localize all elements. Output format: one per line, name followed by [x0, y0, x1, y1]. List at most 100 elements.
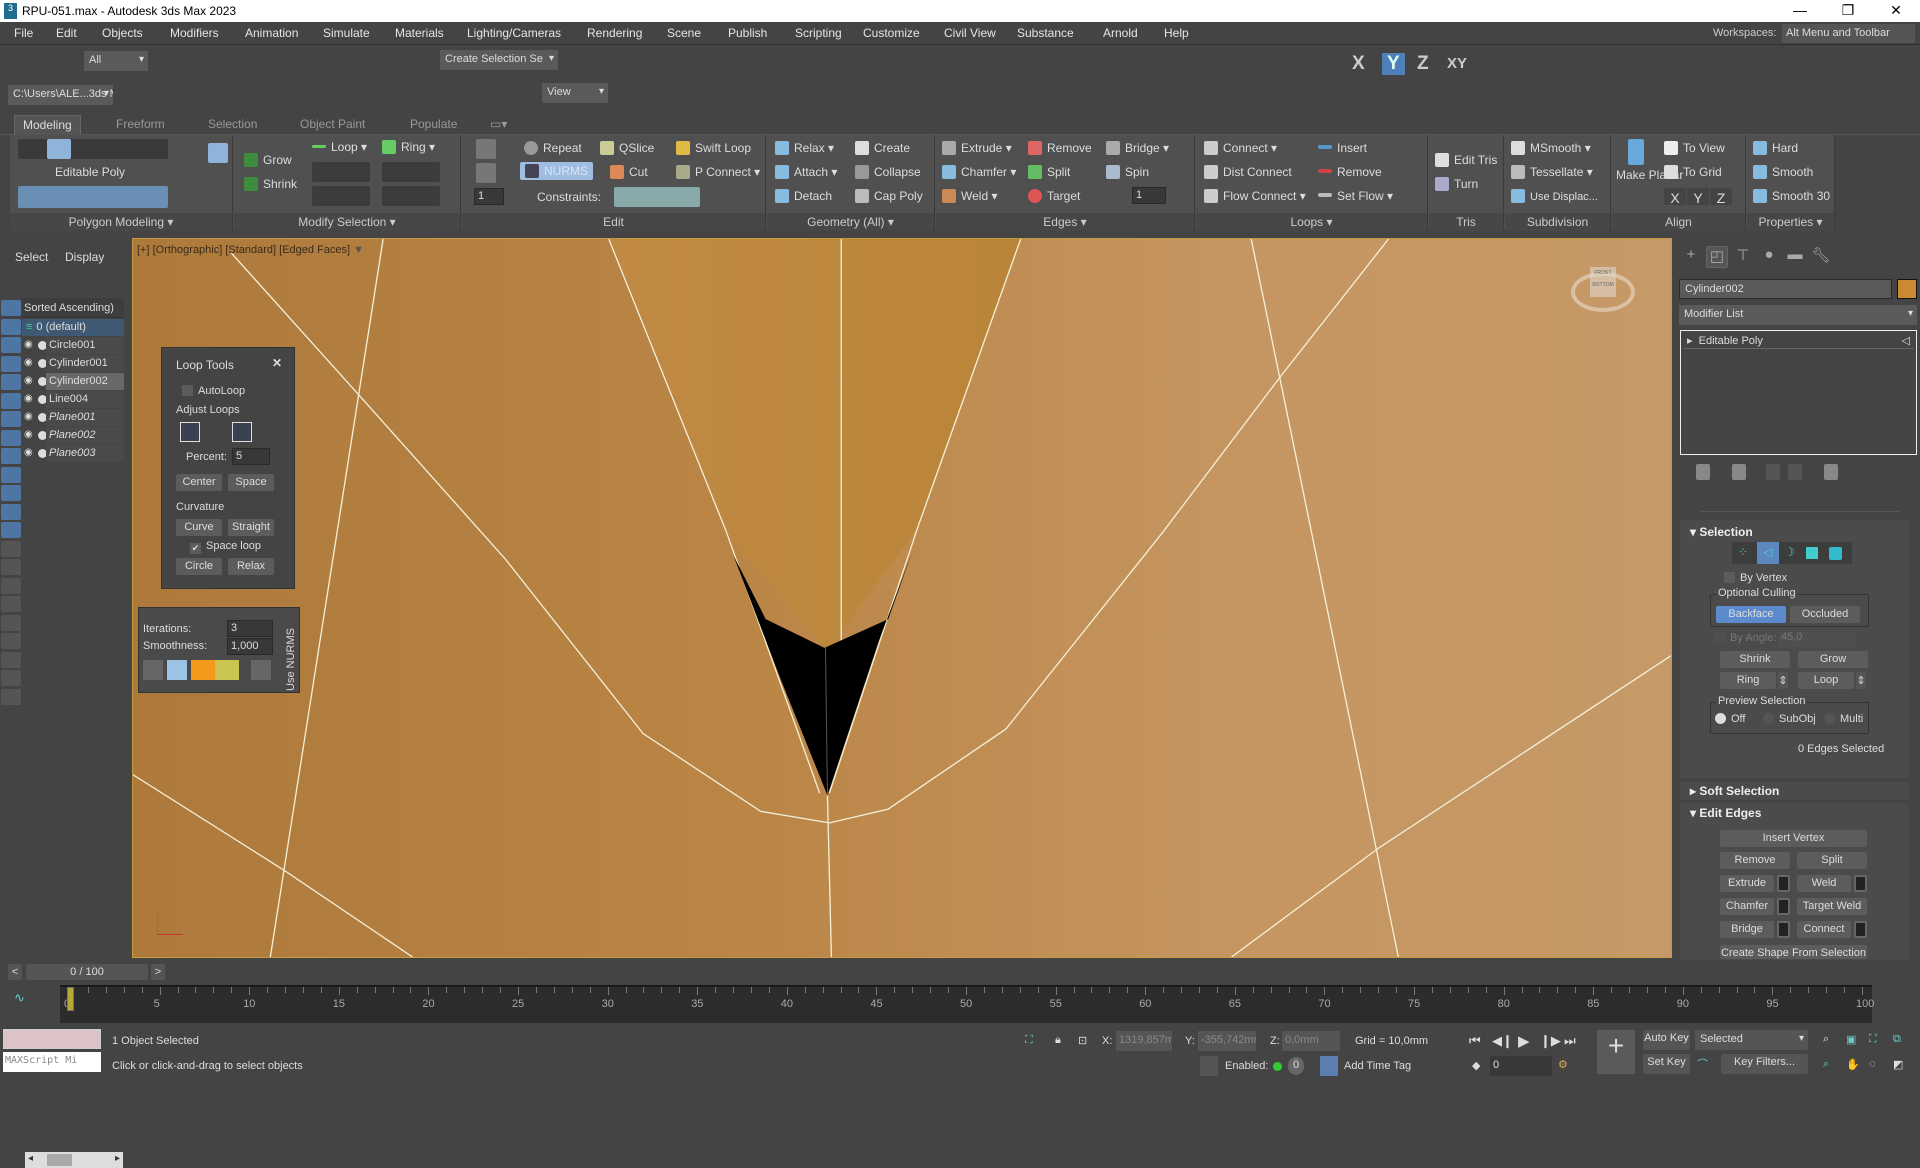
viewport-filter-icon[interactable]: ▼ [353, 244, 364, 256]
by-vertex-checkbox[interactable]: By Vertex [1724, 572, 1787, 584]
set-key-button[interactable]: Set Key [1643, 1054, 1690, 1074]
to-grid-button[interactable]: To Grid [1664, 165, 1722, 179]
attach-button[interactable]: Attach ▾ [775, 165, 837, 179]
explorer-filter-icon-8[interactable] [1, 448, 21, 464]
scene-object-row[interactable]: ◉ Plane002 [22, 427, 124, 445]
insert-loop-button[interactable]: Insert [1318, 141, 1367, 155]
spin-button[interactable]: Spin [1106, 165, 1149, 179]
orbit-icon[interactable]: ◌ [1869, 1058, 1876, 1070]
current-frame-field[interactable]: 0 [1490, 1056, 1552, 1076]
weld-button[interactable]: Weld ▾ [942, 189, 997, 203]
straight-button[interactable]: Straight [228, 519, 274, 536]
remove-edge-button[interactable]: Remove [1028, 141, 1092, 155]
to-view-button[interactable]: To View [1664, 141, 1725, 155]
expand-icon[interactable]: ▸ [1687, 335, 1693, 347]
smoothness-spinner[interactable]: 1,000 [227, 638, 273, 655]
group-label[interactable]: Properties ▾ [1747, 213, 1834, 231]
tab-object-paint[interactable]: Object Paint [292, 115, 373, 135]
backface-button[interactable]: Backface [1716, 606, 1786, 623]
absolute-mode-icon[interactable]: ⊡ [1078, 1034, 1087, 1047]
subobject-level-buttons[interactable] [18, 139, 168, 159]
next-frame-button[interactable]: ❙▶ [1540, 1033, 1561, 1049]
space-loop-checkbox[interactable]: ✔ Space loop [190, 540, 261, 554]
key-filters-button[interactable]: Key Filters... [1721, 1054, 1808, 1074]
tab-selection[interactable]: Selection [200, 115, 265, 135]
menu-edit[interactable]: Edit [56, 26, 77, 40]
connect-button[interactable]: Connect ▾ [1204, 141, 1277, 155]
cut-button[interactable]: Cut [610, 165, 648, 179]
selection-rollout-header[interactable]: ▾ Selection [1690, 525, 1753, 539]
edge-level-icon[interactable] [47, 139, 71, 159]
cap-poly-button[interactable]: Cap Poly [855, 189, 923, 203]
use-nurms-toggle[interactable]: Use NURMS [285, 628, 297, 691]
grow-button[interactable]: Grow [1798, 651, 1868, 668]
modify-icon[interactable]: ◰ [1706, 246, 1728, 268]
loop-spinner[interactable]: ⇕ [1856, 672, 1866, 689]
motion-icon[interactable]: ● [1758, 246, 1780, 268]
loop-button[interactable]: Loop ▾ [312, 140, 367, 154]
pan-icon[interactable]: ✋ [1846, 1058, 1860, 1071]
align-y-button[interactable]: Y [1687, 188, 1709, 206]
named-selection-dropdown[interactable]: Create Selection Se [440, 50, 558, 70]
preview-off-radio[interactable]: Off [1715, 713, 1745, 725]
curve-button[interactable]: Curve [176, 519, 222, 536]
border-level-icon[interactable]: ☽ [1784, 545, 1795, 559]
extrude-button[interactable]: Extrude [1720, 875, 1774, 892]
hierarchy-icon[interactable]: ⊤ [1732, 246, 1754, 268]
explorer-filter-icon-16[interactable] [1, 596, 21, 612]
split-button[interactable]: Split [1028, 165, 1070, 179]
loop-mode-buttons[interactable] [312, 186, 370, 206]
display-icon[interactable]: ▬ [1784, 246, 1806, 268]
menu-arnold[interactable]: Arnold [1103, 26, 1138, 40]
y-coordinate-field[interactable]: -355,742mm [1198, 1031, 1256, 1051]
scene-object-row[interactable]: ◉ Circle001 [22, 337, 124, 355]
visibility-eye-icon[interactable]: ◉ [24, 339, 33, 350]
object-name[interactable]: Plane002 [46, 427, 124, 444]
tab-select[interactable]: Select [15, 250, 48, 264]
nurms-toggle[interactable]: NURMS [520, 162, 593, 180]
scrollbar-thumb[interactable] [47, 1154, 72, 1166]
menu-modifiers[interactable]: Modifiers [170, 26, 219, 40]
tab-populate[interactable]: Populate [402, 115, 465, 135]
create-shape-button[interactable]: Create Shape From Selection [1720, 945, 1867, 959]
tab-modeling[interactable]: Modeling [14, 115, 81, 135]
constraint-buttons[interactable] [614, 187, 700, 207]
track-bar[interactable]: 0510152025303540455055606570758085909510… [60, 985, 1874, 1023]
set-flow-button[interactable]: Set Flow ▾ [1318, 189, 1393, 203]
show-end-result-icon[interactable] [1732, 464, 1746, 480]
msmooth-button[interactable]: MSmooth ▾ [1511, 141, 1591, 155]
tessellate-button[interactable]: Tessellate ▾ [1511, 165, 1593, 179]
group-label[interactable]: Loops ▾ [1196, 213, 1427, 231]
sort-column-header[interactable]: Sorted Ascending) [22, 298, 124, 318]
explorer-horizontal-scrollbar[interactable]: ◂ ▸ [25, 1152, 123, 1168]
next-frame-button[interactable]: > [151, 964, 165, 980]
ring-mode-buttons[interactable] [382, 186, 440, 206]
panel-divider[interactable] [1700, 511, 1900, 512]
scene-object-row[interactable]: ◉ Plane001 [22, 409, 124, 427]
group-label[interactable]: Modify Selection ▾ [234, 213, 460, 231]
enabled-indicator[interactable] [1273, 1062, 1282, 1071]
explorer-filter-icon-11[interactable] [1, 503, 21, 520]
vertex-level-icon[interactable]: ⁘ [1738, 545, 1748, 559]
menu-simulate[interactable]: Simulate [323, 26, 370, 40]
center-button[interactable]: Center [176, 474, 222, 491]
layer-row[interactable]: ≡ 0 (default) [22, 319, 124, 336]
preview-multi-radio[interactable]: Multi [1824, 713, 1863, 725]
time-tag-icon[interactable] [1200, 1056, 1218, 1076]
scene-object-row[interactable]: ◉ Line004 [22, 391, 124, 409]
hard-button[interactable]: Hard [1753, 141, 1798, 155]
time-configuration-icon[interactable]: ⚙ [1558, 1058, 1568, 1071]
ignore-backfacing-icon[interactable] [208, 143, 228, 163]
explorer-filter-icon-18[interactable] [1, 633, 21, 649]
viewport-label[interactable]: [+] [Orthographic] [Standard] [Edged Fac… [137, 244, 364, 256]
weld-button[interactable]: Weld [1797, 875, 1851, 892]
isoline-display-icon[interactable] [143, 660, 163, 680]
preview-subobj-radio[interactable]: SubObj [1763, 713, 1816, 725]
ring-grow-shrink-buttons[interactable] [382, 162, 440, 182]
adjust-loop-a-icon[interactable] [180, 422, 200, 442]
element-level-icon[interactable] [1829, 547, 1842, 560]
viewport-orthographic[interactable]: [+] [Orthographic] [Standard] [Edged Fac… [132, 238, 1672, 958]
bridge-button[interactable]: Bridge ▾ [1106, 141, 1169, 155]
close-icon[interactable]: ✕ [272, 356, 282, 370]
edit-spinner[interactable]: 1 [474, 188, 504, 205]
